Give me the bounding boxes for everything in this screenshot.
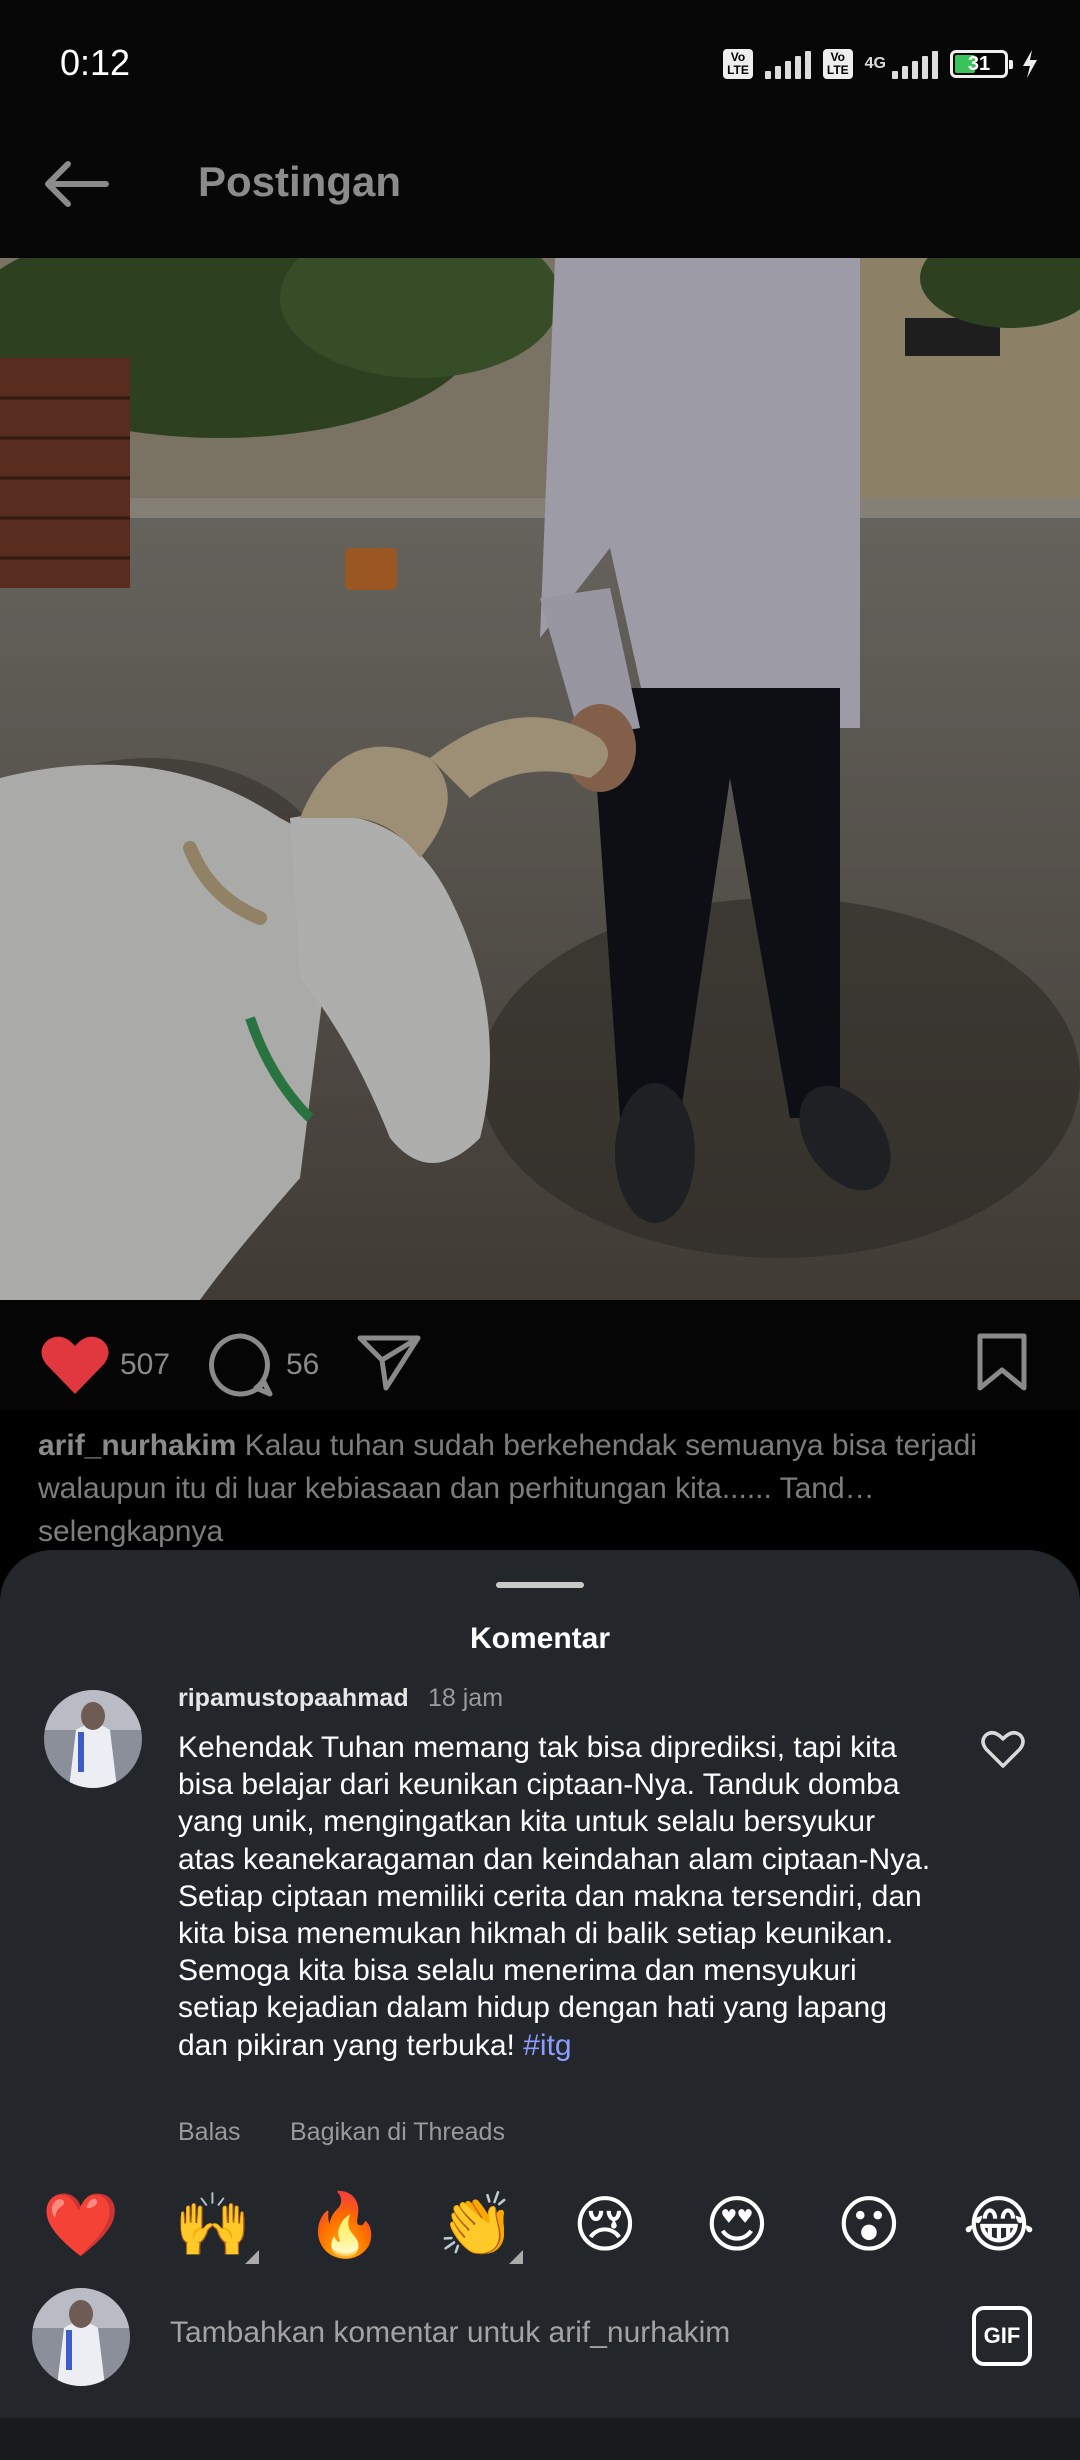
avatar-image [44,1690,142,1788]
share-to-threads-button[interactable]: Bagikan di Threads [290,2118,505,2147]
comment-username[interactable]: ripamustopaahmad [178,1684,409,1713]
volte-icon-2: Vo LTE [822,49,853,79]
reply-button[interactable]: Balas [178,2118,241,2147]
quick-emoji-bar: ❤️ 🙌 🔥 👏 😢 😍 😮 😂 [0,2186,1080,2266]
status-time: 0:12 [60,42,131,83]
emoji-raising-hands[interactable]: 🙌 [173,2186,259,2266]
charging-icon [1023,50,1037,78]
commenter-avatar[interactable] [44,1690,142,1788]
comment-time: 18 jam [428,1684,504,1712]
signal-icon [764,49,811,79]
battery-level: 31 [967,53,991,75]
emoji-clapping-glyph: 👏 [438,2191,516,2260]
share-send-icon[interactable] [356,1332,422,1392]
emoji-fire[interactable]: 🔥 [305,2186,385,2266]
system-nav-strip [0,2418,1080,2460]
gif-button[interactable]: GIF [972,2306,1032,2366]
sheet-drag-handle[interactable] [496,1582,584,1588]
like-count[interactable]: 507 [120,1348,170,1382]
comment-like-heart-icon[interactable] [980,1728,1026,1770]
caption-username[interactable]: arif_nurhakim [38,1429,236,1462]
emoji-heart-eyes[interactable]: 😍 [697,2186,777,2266]
emoji-surprised[interactable]: 😮 [829,2186,909,2266]
emoji-heart[interactable]: ❤️ [41,2186,121,2266]
emoji-crying[interactable]: 😢 [565,2186,645,2266]
skin-tone-indicator-icon [245,2250,259,2264]
emoji-raising-hands-glyph: 🙌 [174,2191,252,2260]
network-type: 4G [864,55,886,72]
comment-count[interactable]: 56 [286,1348,319,1382]
see-more-link[interactable]: selengkapnya [38,1515,223,1548]
current-user-avatar [32,2288,130,2386]
bookmark-icon[interactable] [976,1332,1028,1392]
signal-icon-2 [892,49,938,79]
emoji-clapping[interactable]: 👏 [437,2186,523,2266]
volte-icon: Vo LTE [723,49,753,79]
post-image-illustration [0,258,1080,1300]
sheet-title: Komentar [469,1622,611,1655]
status-icons: Vo LTE Vo LTE 4G 31 [723,44,1040,84]
skin-tone-indicator-icon-2 [509,2250,523,2264]
comment-body: Kehendak Tuhan memang tak bisa diprediks… [178,1731,931,2062]
emoji-laughing[interactable]: 😂 [959,2186,1039,2266]
comment-text: Kehendak Tuhan memang tak bisa diprediks… [178,1729,938,2064]
battery-icon: 31 [950,50,1013,78]
post-photo[interactable] [0,258,1080,1300]
post-action-bar: 507 56 [0,1300,1080,1410]
page-title: Postingan [198,158,402,205]
back-arrow-icon[interactable] [40,154,116,214]
comment-input[interactable]: Tambahkan komentar untuk arif_nurhakim [170,2316,730,2350]
top-app-bar [0,130,1080,258]
avatar-image-2 [32,2288,130,2386]
post-caption[interactable]: arif_nurhakim Kalau tuhan sudah berkehen… [38,1424,1038,1553]
comment-icon[interactable] [206,1330,276,1400]
comment-hashtag[interactable]: #itg [523,2029,571,2062]
heart-filled-icon[interactable] [40,1334,110,1396]
